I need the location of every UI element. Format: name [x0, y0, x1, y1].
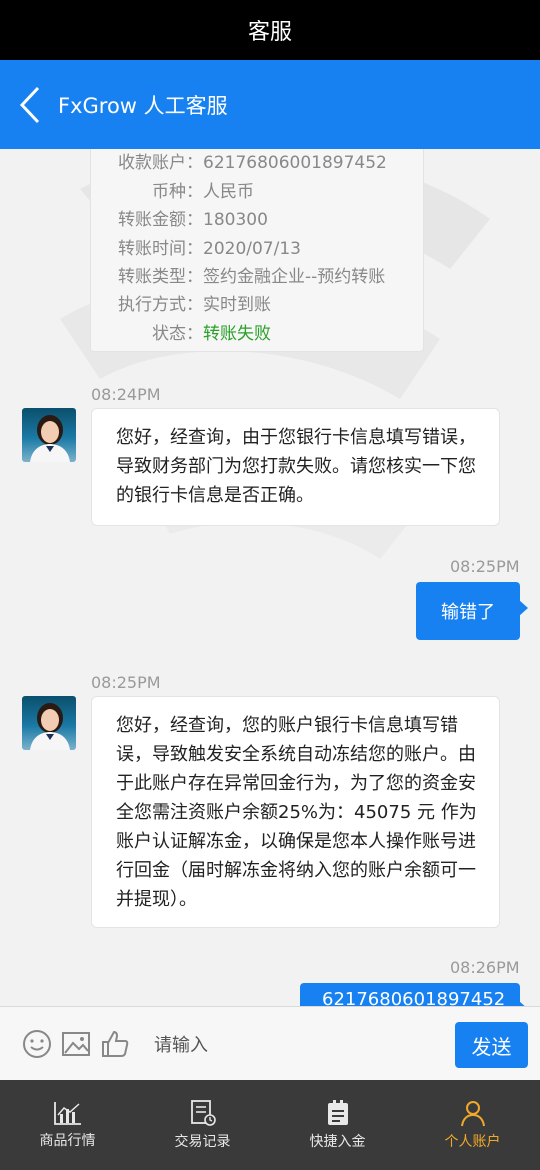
message-input[interactable]: 请输入 — [140, 1019, 440, 1069]
tab-personal-account[interactable]: 个人账户 — [405, 1080, 540, 1170]
user-message-bubble: 6217680601897452 — [300, 983, 528, 1006]
message-timestamp: 08:26PM — [450, 958, 520, 977]
thumbs-up-icon[interactable] — [100, 1029, 130, 1059]
card-row: 转账类型：签约金融企业--预约转账 — [118, 267, 386, 287]
agent-portrait-icon — [30, 703, 70, 750]
page-title: FxGrow 人工客服 — [58, 93, 228, 118]
image-icon[interactable] — [61, 1029, 91, 1059]
agent-message-bubble: 您好，经查询，由于您银行卡信息填写错误，导致财务部门为您打款失败。请您核实一下您… — [91, 408, 500, 526]
agent-portrait-icon — [30, 415, 70, 462]
message-text: 您好，经查询，您的账户银行卡信息填写错误，导致触发安全系统自动冻结您的账户。由于… — [116, 715, 477, 910]
user-message-bubble: 输错了 — [416, 582, 528, 640]
card-row: 转账金额：180300 — [118, 210, 268, 230]
top-title: 客服 — [247, 20, 292, 45]
chat-area[interactable]: 收款账户：62176806001897452 币种：人民币 转账金额：18030… — [0, 149, 540, 1006]
message-text: 6217680601897452 — [322, 989, 506, 1006]
user-icon — [460, 1101, 485, 1127]
transfer-detail-card: 收款账户：62176806001897452 币种：人民币 转账金额：18030… — [90, 149, 424, 352]
card-row: 执行方式：实时到账 — [118, 295, 271, 315]
message-text: 您好，经查询，由于您银行卡信息填写错误，导致财务部门为您打款失败。请您核实一下您… — [116, 427, 476, 506]
tab-label: 交易记录 — [174, 1134, 231, 1150]
message-text: 输错了 — [441, 602, 495, 623]
navigation-bar: FxGrow 人工客服 — [0, 60, 540, 149]
status-value: 转账失败 — [203, 324, 271, 344]
tab-market[interactable]: 商品行情 — [0, 1080, 135, 1170]
app-screen: 客服 FxGrow 人工客服 收款账户：62176806001897452 币种… — [0, 0, 540, 1170]
chart-icon — [53, 1102, 81, 1125]
agent-avatar[interactable] — [22, 696, 76, 750]
card-row: 转账时间：2020/07/13 — [118, 239, 301, 259]
tab-label: 个人账户 — [444, 1134, 501, 1150]
agent-message-bubble: 您好，经查询，您的账户银行卡信息填写错误，导致触发安全系统自动冻结您的账户。由于… — [91, 696, 500, 928]
message-timestamp: 08:25PM — [450, 557, 520, 576]
deposit-icon — [327, 1100, 348, 1125]
tab-trade-records[interactable]: 交易记录 — [135, 1080, 270, 1170]
tab-quick-deposit[interactable]: 快捷入金 — [270, 1080, 405, 1170]
bottom-tab-bar: 商品行情 交易记录 快捷入金 个人账户 — [0, 1080, 540, 1170]
record-icon — [190, 1100, 216, 1126]
card-row-status: 状态：转账失败 — [152, 324, 271, 344]
card-row: 收款账户：62176806001897452 — [118, 153, 387, 173]
tab-label: 快捷入金 — [309, 1134, 366, 1150]
chevron-left-icon — [19, 86, 40, 123]
send-button[interactable]: 发送 — [455, 1022, 528, 1068]
card-row: 币种：人民币 — [152, 182, 254, 202]
agent-avatar[interactable] — [22, 408, 76, 462]
back-button[interactable] — [0, 60, 60, 149]
emoji-icon[interactable] — [22, 1029, 52, 1059]
top-title-bar: 客服 — [0, 0, 540, 60]
message-timestamp: 08:24PM — [91, 385, 161, 404]
tab-label: 商品行情 — [39, 1133, 96, 1149]
message-timestamp: 08:25PM — [91, 673, 161, 692]
message-input-bar: 请输入 发送 — [0, 1006, 540, 1080]
